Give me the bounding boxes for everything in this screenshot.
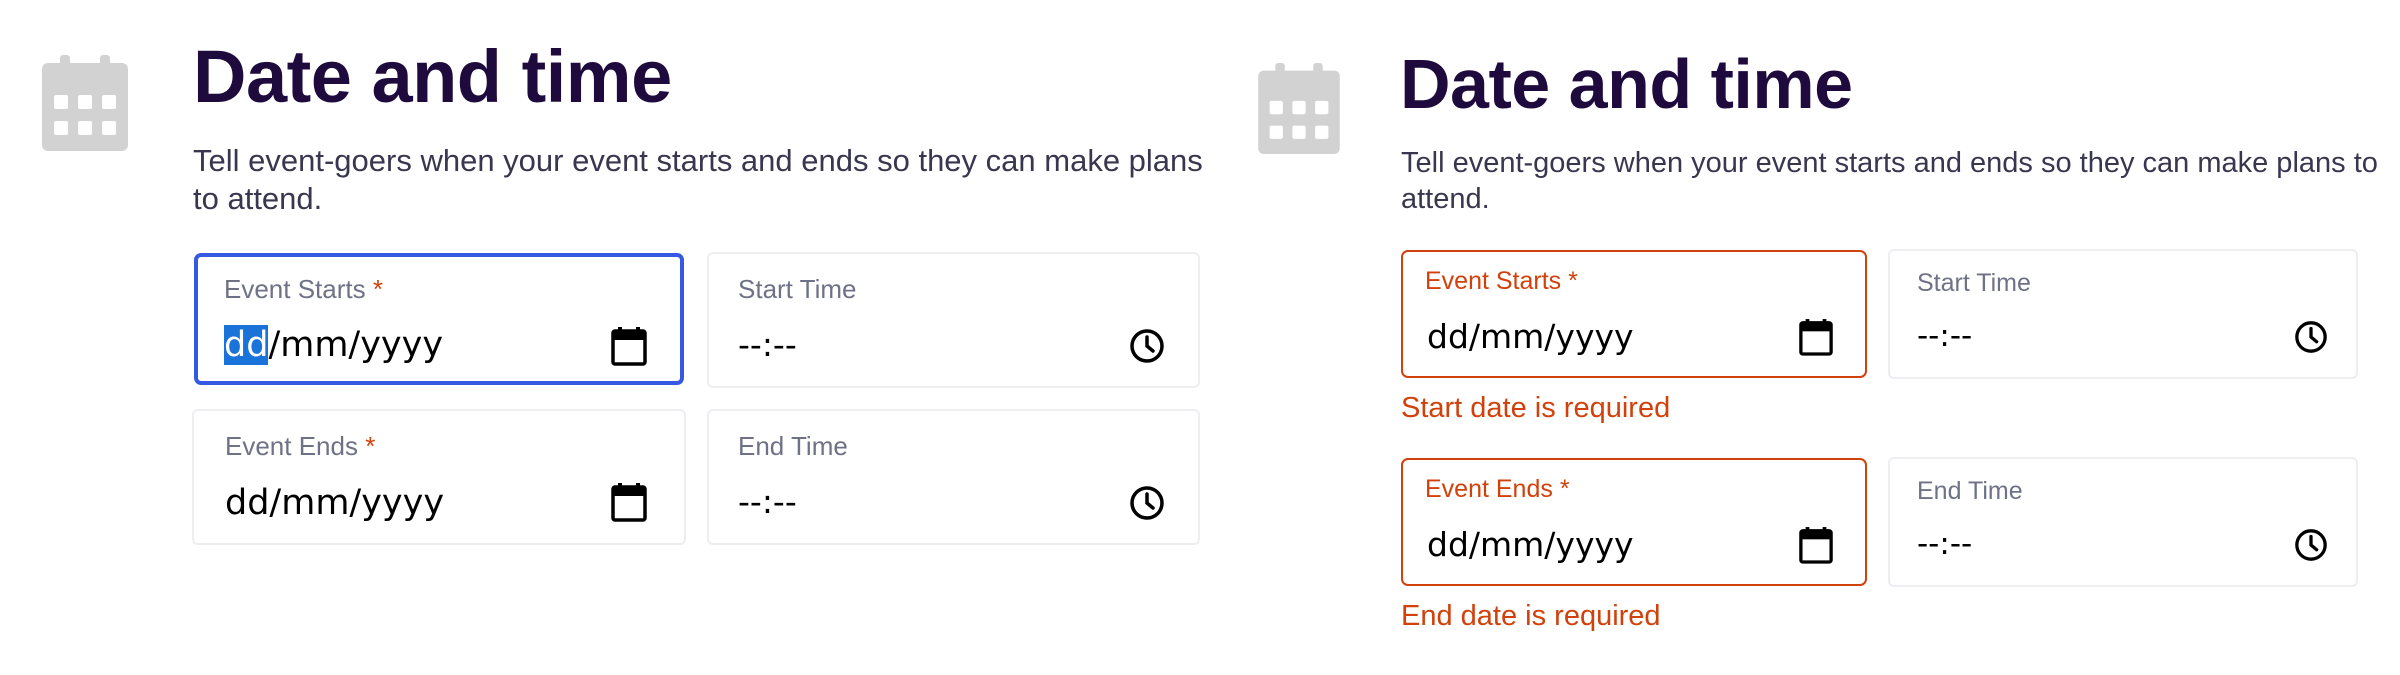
- start-time-field[interactable]: Start Time --:--: [1888, 249, 2358, 379]
- end-time-label: End Time: [1917, 477, 2023, 505]
- start-time-label: Start Time: [1917, 269, 2031, 297]
- clock-icon[interactable]: [2294, 528, 2328, 562]
- clock-icon[interactable]: [1129, 485, 1165, 521]
- event-starts-label: Event Starts *: [224, 274, 383, 304]
- calendar-picker-icon[interactable]: [611, 482, 647, 522]
- event-starts-field[interactable]: Event Starts * dd/mm/yyyy: [194, 253, 684, 385]
- calendar-picker-icon[interactable]: [1799, 526, 1833, 564]
- section-description: Tell event-goers when your event starts …: [1401, 147, 2378, 215]
- section-heading: Date and time: [193, 35, 672, 118]
- section-description: Tell event-goers when your event starts …: [193, 143, 1203, 216]
- event-ends-value[interactable]: dd/mm/yyyy: [1427, 524, 1634, 566]
- end-time-label: End Time: [738, 431, 848, 461]
- required-asterisk: *: [1559, 475, 1570, 503]
- event-ends-label: Event Ends *: [225, 431, 376, 461]
- calendar-icon: [1258, 63, 1340, 154]
- event-starts-label: Event Starts *: [1425, 267, 1578, 295]
- event-starts-value[interactable]: dd/mm/yyyy: [1427, 316, 1634, 358]
- event-ends-field[interactable]: Event Ends * dd/mm/yyyy: [1401, 458, 1867, 586]
- end-date-error-message: End date is required: [1401, 600, 1661, 632]
- calendar-picker-icon[interactable]: [1799, 318, 1833, 356]
- calendar-icon: [42, 55, 128, 151]
- required-asterisk: *: [365, 431, 376, 461]
- start-time-field[interactable]: Start Time --:--: [707, 252, 1200, 388]
- required-asterisk: *: [372, 274, 383, 304]
- date-time-panel-focused: Date and time Tell event-goers when your…: [0, 0, 1210, 675]
- date-time-panel-error: Date and time Tell event-goers when your…: [1210, 0, 2400, 675]
- required-asterisk: *: [1568, 267, 1578, 295]
- day-segment-selected[interactable]: dd: [224, 325, 269, 365]
- end-time-field[interactable]: End Time --:--: [707, 409, 1200, 545]
- clock-icon[interactable]: [2294, 320, 2328, 354]
- event-starts-value[interactable]: dd/mm/yyyy: [224, 323, 443, 367]
- clock-icon[interactable]: [1129, 328, 1165, 364]
- start-time-value[interactable]: --:--: [1917, 317, 1972, 355]
- event-ends-field[interactable]: Event Ends * dd/mm/yyyy: [192, 409, 686, 545]
- end-time-value[interactable]: --:--: [738, 482, 797, 522]
- section-heading: Date and time: [1400, 45, 1853, 123]
- date-segments-rest[interactable]: /mm/yyyy: [268, 325, 443, 365]
- start-time-value[interactable]: --:--: [738, 325, 797, 365]
- start-date-error-message: Start date is required: [1401, 392, 1671, 424]
- event-ends-label: Event Ends *: [1425, 475, 1570, 503]
- event-ends-value[interactable]: dd/mm/yyyy: [225, 481, 444, 525]
- event-starts-field[interactable]: Event Starts * dd/mm/yyyy: [1401, 250, 1867, 378]
- end-time-field[interactable]: End Time --:--: [1888, 457, 2358, 587]
- calendar-picker-icon[interactable]: [611, 326, 647, 366]
- start-time-label: Start Time: [738, 274, 857, 304]
- end-time-value[interactable]: --:--: [1917, 525, 1972, 563]
